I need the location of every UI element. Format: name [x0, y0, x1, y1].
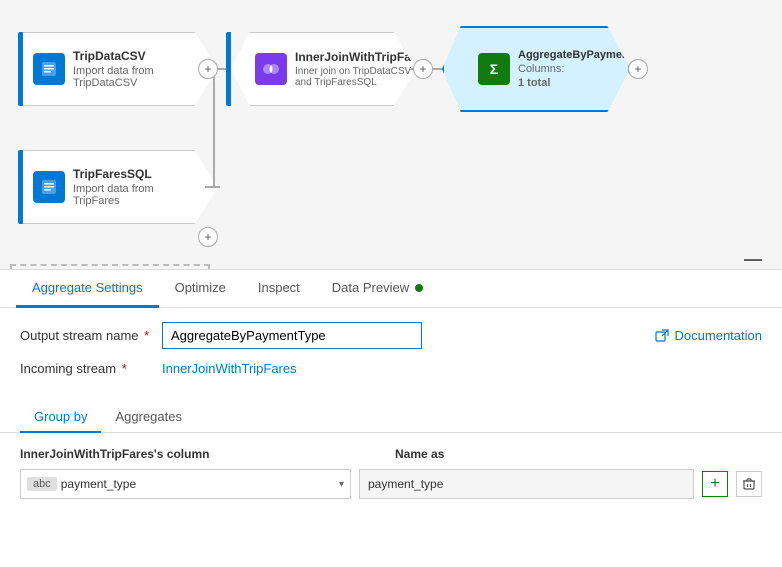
- trip-data-csv-subtitle: Import data from TripDataCSV: [73, 65, 187, 89]
- connector-line-v: [213, 68, 215, 188]
- main-tabs: Aggregate Settings Optimize Inspect Data…: [0, 270, 782, 308]
- node-trip-data-csv[interactable]: TripDataCSV Import data from TripDataCSV: [18, 32, 218, 106]
- external-link-icon: [655, 329, 669, 343]
- plus-after-trip-fares[interactable]: +: [198, 227, 218, 247]
- tab-inspect[interactable]: Inspect: [242, 270, 316, 308]
- name-as-input[interactable]: [359, 469, 694, 499]
- trip-fares-sql-title: TripFaresSQL: [73, 167, 187, 181]
- incoming-stream-label: Incoming stream *: [20, 361, 150, 376]
- node-trip-fares-sql[interactable]: TripFaresSQL Import data from TripFares: [18, 150, 218, 224]
- output-stream-input[interactable]: [162, 322, 422, 349]
- settings-form: Output stream name * Documentation Incom…: [0, 308, 782, 402]
- trip-fares-sql-subtitle: Import data from TripFares: [73, 183, 187, 207]
- aggregate-subtitle-line2: 1 total: [518, 77, 653, 89]
- flow-canvas: TripDataCSV Import data from TripDataCSV…: [0, 0, 782, 270]
- node-aggregate[interactable]: Σ AggregateByPaymentTy... Columns: 1 tot…: [442, 26, 630, 112]
- node-inner-join[interactable]: InnerJoinWithTripFares Inner join on Tri…: [226, 32, 416, 106]
- dropdown-chevron-icon: ▾: [339, 479, 344, 490]
- output-stream-required: *: [141, 328, 150, 343]
- trip-data-csv-icon: [33, 53, 65, 85]
- col-header-column: InnerJoinWithTripFares's column: [20, 447, 387, 461]
- tab-aggregate-settings[interactable]: Aggregate Settings: [16, 270, 159, 308]
- column-dropdown[interactable]: abc payment_type ▾: [20, 469, 351, 499]
- trash-icon: [742, 477, 756, 491]
- plus-after-aggregate[interactable]: +: [628, 59, 648, 79]
- connector-line-2h: [205, 186, 220, 188]
- table-headers: InnerJoinWithTripFares's column Name as: [20, 447, 762, 461]
- add-row-button[interactable]: +: [702, 471, 728, 497]
- tab-optimize[interactable]: Optimize: [159, 270, 242, 308]
- aggregate-icon: Σ: [478, 53, 510, 85]
- incoming-stream-link[interactable]: InnerJoinWithTripFares: [162, 361, 297, 376]
- sub-tab-group-by[interactable]: Group by: [20, 402, 101, 433]
- tab-data-preview[interactable]: Data Preview: [316, 270, 439, 308]
- trip-data-csv-title: TripDataCSV: [73, 49, 187, 63]
- inner-join-title: InnerJoinWithTripFares: [295, 50, 429, 64]
- column-type-tag: abc: [27, 477, 57, 491]
- output-stream-row: Output stream name * Documentation: [20, 322, 762, 349]
- incoming-stream-row: Incoming stream * InnerJoinWithTripFares: [20, 361, 762, 376]
- trip-fares-sql-icon: [33, 171, 65, 203]
- plus-after-trip-data[interactable]: +: [198, 59, 218, 79]
- inner-join-subtitle: Inner join on TripDataCSV and TripFaresS…: [295, 66, 429, 88]
- column-value: payment_type: [61, 477, 335, 491]
- group-by-table: InnerJoinWithTripFares's column Name as …: [0, 447, 782, 499]
- output-stream-label: Output stream name *: [20, 328, 150, 343]
- empty-node-placeholder: [10, 264, 210, 270]
- settings-panel: Aggregate Settings Optimize Inspect Data…: [0, 270, 782, 567]
- sub-tab-aggregates[interactable]: Aggregates: [101, 402, 196, 433]
- data-preview-dot: [415, 284, 423, 292]
- plus-after-inner-join[interactable]: +: [413, 59, 433, 79]
- col-header-name-as: Name as: [395, 447, 762, 461]
- documentation-link[interactable]: Documentation: [655, 328, 762, 343]
- sub-tabs: Group by Aggregates: [0, 402, 782, 433]
- incoming-stream-required: *: [118, 361, 127, 376]
- minimize-button[interactable]: —: [744, 250, 762, 268]
- table-row: abc payment_type ▾ +: [20, 469, 762, 499]
- inner-join-icon: [255, 53, 287, 85]
- delete-row-button[interactable]: [736, 471, 762, 497]
